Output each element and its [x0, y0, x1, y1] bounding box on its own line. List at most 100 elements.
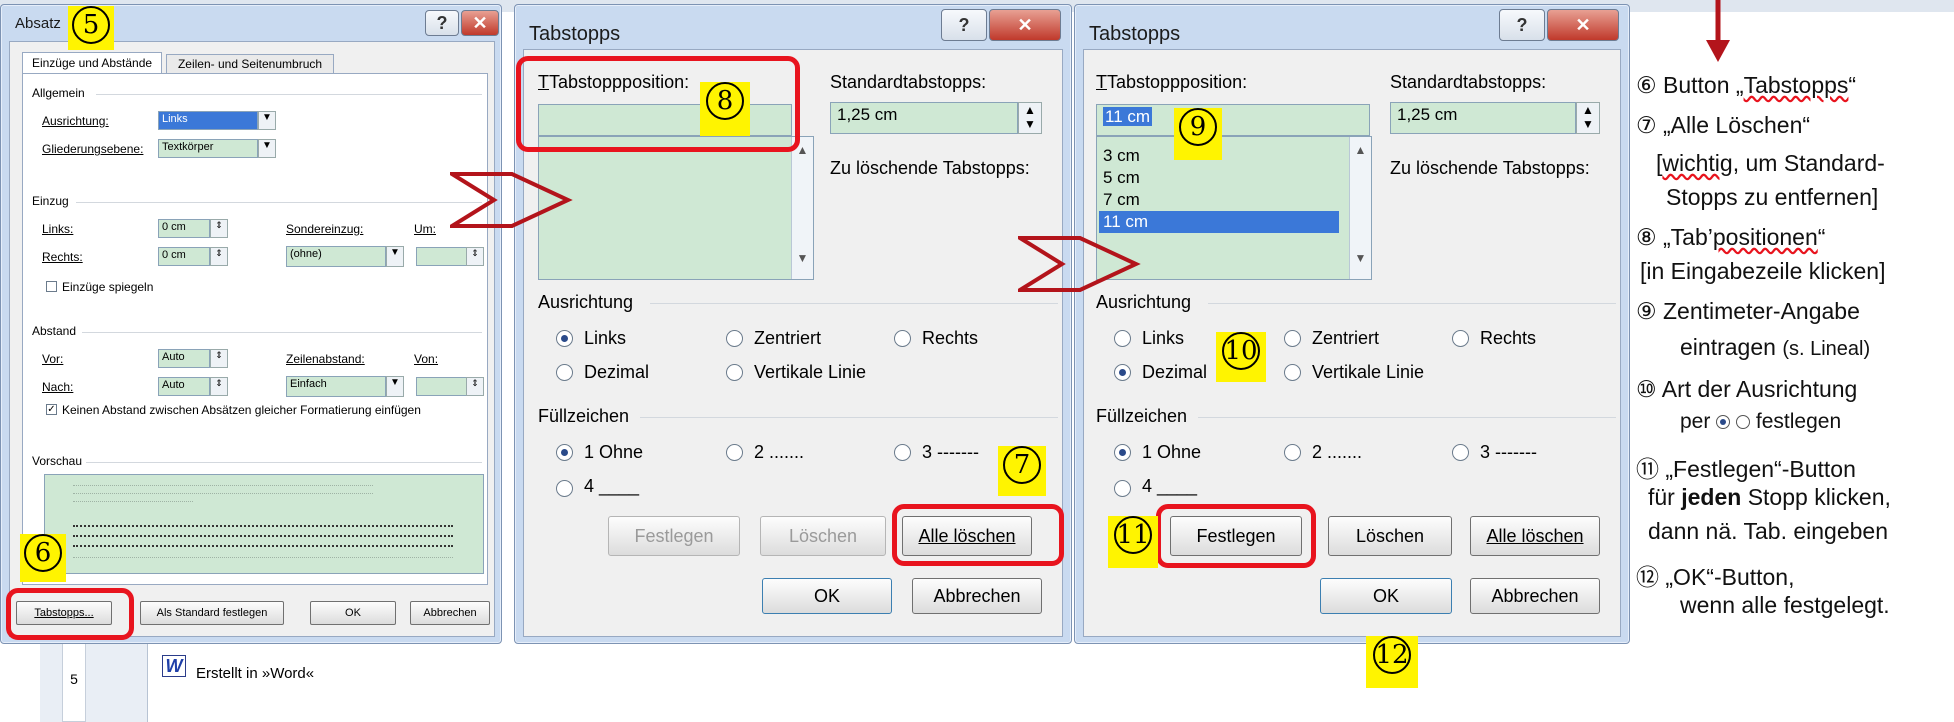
highlight-alle-loeschen: [892, 504, 1064, 566]
close-button[interactable]: ✕: [1547, 9, 1619, 41]
vor-input[interactable]: Auto: [158, 349, 210, 368]
rechts-input[interactable]: 0 cm: [158, 247, 210, 266]
tab1-label-f3: 3 -------: [922, 442, 979, 462]
scrollbar[interactable]: ▲ ▼: [1349, 137, 1371, 279]
zeilenabstand-select[interactable]: Einfach: [286, 376, 386, 397]
tab2-radio-links[interactable]: [1114, 330, 1131, 347]
tab2-standard-input[interactable]: 1,25 cm: [1390, 102, 1576, 134]
close-button[interactable]: ✕: [461, 10, 499, 36]
ausrichtung-select[interactable]: Links: [158, 111, 258, 130]
tab1-label-vertikal: Vertikale Linie: [754, 362, 867, 382]
links-input[interactable]: 0 cm: [158, 219, 210, 238]
chevron-down-icon[interactable]: ▼: [258, 111, 276, 130]
tab1-radio-vertikal[interactable]: [726, 364, 743, 381]
arrow-right-icon: [450, 172, 573, 228]
section-allgemein: Allgemein: [32, 86, 85, 100]
nach-input[interactable]: Auto: [158, 377, 210, 396]
tab2-label-rechts: Rechts: [1480, 328, 1537, 348]
tab2-abbrechen-button[interactable]: Abbrechen: [1470, 578, 1600, 614]
spinner-icon[interactable]: ▲ ▼: [1576, 102, 1600, 134]
von-input[interactable]: [416, 377, 468, 396]
als-standard-button[interactable]: Als Standard festlegen: [140, 601, 284, 625]
spiegeln-checkbox[interactable]: [46, 281, 57, 292]
spinner-icon[interactable]: ⇕: [210, 247, 228, 266]
tab1-standard-input[interactable]: 1,25 cm: [830, 102, 1018, 134]
spinner-icon[interactable]: ⇕: [210, 219, 228, 238]
list-item[interactable]: 5 cm: [1103, 167, 1140, 189]
marker-9: 9: [1174, 108, 1222, 160]
tab2-alle-loeschen-button[interactable]: Alle löschen: [1470, 516, 1600, 556]
ausrichtung-label: Ausrichtung:: [42, 114, 109, 128]
note-7c: Stopps zu entfernen]: [1666, 184, 1879, 210]
chevron-down-icon[interactable]: ▼: [386, 246, 404, 267]
highlight-festlegen: [1156, 504, 1316, 568]
gliederung-select[interactable]: Textkörper: [158, 139, 258, 158]
sondereinzug-select[interactable]: (ohne): [286, 246, 386, 267]
tab1-radio-f3[interactable]: [894, 444, 911, 461]
tab1-radio-f1[interactable]: [556, 444, 573, 461]
absatz-abbrechen-button[interactable]: Abbrechen: [410, 601, 490, 625]
list-item[interactable]: 3 cm: [1103, 145, 1140, 167]
tab1-radio-zentriert[interactable]: [726, 330, 743, 347]
um-input[interactable]: [416, 247, 468, 266]
tab1-label-rechts: Rechts: [922, 328, 979, 348]
divider: [86, 462, 482, 463]
tab1-radio-links[interactable]: [556, 330, 573, 347]
absatz-ok-button[interactable]: OK: [310, 601, 396, 625]
marker-10: 10: [1216, 332, 1266, 382]
tab1-radio-dezimal[interactable]: [556, 364, 573, 381]
note-12b: wenn alle festgelegt.: [1680, 592, 1890, 618]
list-item[interactable]: 7 cm: [1103, 189, 1140, 211]
word-caption: Erstellt in »Word«: [196, 665, 315, 682]
tab2-loeschen-button[interactable]: Löschen: [1328, 516, 1452, 556]
keinen-abstand-checkbox[interactable]: ✓: [46, 404, 57, 415]
tab2-zu-loeschende-label: Zu löschende Tabstopps:: [1390, 158, 1590, 178]
tab1-title: Tabstopps: [529, 23, 621, 45]
help-button[interactable]: ?: [941, 9, 987, 41]
tab-einzuege[interactable]: Einzüge und Abstände: [22, 52, 162, 74]
tab2-radio-zentriert[interactable]: [1284, 330, 1301, 347]
tab1-label-dezimal: Dezimal: [584, 362, 650, 382]
tab2-ok-button[interactable]: OK: [1320, 578, 1452, 614]
keinen-abstand-label: Keinen Abstand zwischen Absätzen gleiche…: [62, 403, 421, 417]
spinner-icon[interactable]: ⇕: [210, 377, 228, 396]
tab2-radio-rechts[interactable]: [1452, 330, 1469, 347]
tab2-standard-label: Standardtabstopps:: [1390, 72, 1547, 92]
tab1-radio-f4[interactable]: [556, 480, 573, 497]
scrollbar[interactable]: ▲ ▼: [791, 137, 813, 279]
tab2-label-zentriert: Zentriert: [1312, 328, 1380, 348]
note-9: ⑨ Zentimeter-Angabe: [1636, 298, 1860, 324]
chevron-down-icon[interactable]: ▼: [258, 139, 276, 158]
help-button[interactable]: ?: [1499, 9, 1545, 41]
tab1-abbrechen-button[interactable]: Abbrechen: [912, 578, 1042, 614]
tab2-radio-f1[interactable]: [1114, 444, 1131, 461]
tab1-loeschen-button[interactable]: Löschen: [760, 516, 886, 556]
chevron-down-icon[interactable]: ▼: [386, 376, 404, 397]
tab-zeilenumbruch[interactable]: Zeilen- und Seitenumbruch: [166, 54, 334, 74]
spinner-icon[interactable]: ⇕: [466, 377, 484, 396]
tab1-radio-f2[interactable]: [726, 444, 743, 461]
divider: [650, 303, 1058, 304]
note-9b: eintragen (s. Lineal): [1680, 334, 1871, 360]
tab1-position-list[interactable]: ▲ ▼: [538, 136, 814, 280]
zeilenabstand-label: Zeilenabstand:: [286, 352, 365, 366]
note-8: ⑧ „Tab’positionen“: [1636, 224, 1826, 250]
close-button[interactable]: ✕: [989, 9, 1061, 41]
spinner-icon[interactable]: ▲ ▼: [1018, 102, 1042, 134]
tab2-position-input[interactable]: 11 cm: [1096, 104, 1370, 136]
gliederung-label: Gliederungsebene:: [42, 142, 144, 156]
tab2-radio-f2[interactable]: [1284, 444, 1301, 461]
tab1-ok-button[interactable]: OK: [762, 578, 892, 614]
tab2-radio-dezimal[interactable]: [1114, 364, 1131, 381]
divider: [82, 332, 482, 333]
tab1-radio-rechts[interactable]: [894, 330, 911, 347]
help-button[interactable]: ?: [425, 10, 459, 36]
tab2-radio-f3[interactable]: [1452, 444, 1469, 461]
tab1-festlegen-button[interactable]: Festlegen: [608, 516, 740, 556]
spinner-icon[interactable]: ⇕: [466, 247, 484, 266]
tab2-radio-f4[interactable]: [1114, 480, 1131, 497]
tab2-radio-vertikal[interactable]: [1284, 364, 1301, 381]
divider: [640, 417, 1058, 418]
spinner-icon[interactable]: ⇕: [210, 349, 228, 368]
note-7: ⑦ „Alle Löschen“: [1636, 112, 1811, 138]
